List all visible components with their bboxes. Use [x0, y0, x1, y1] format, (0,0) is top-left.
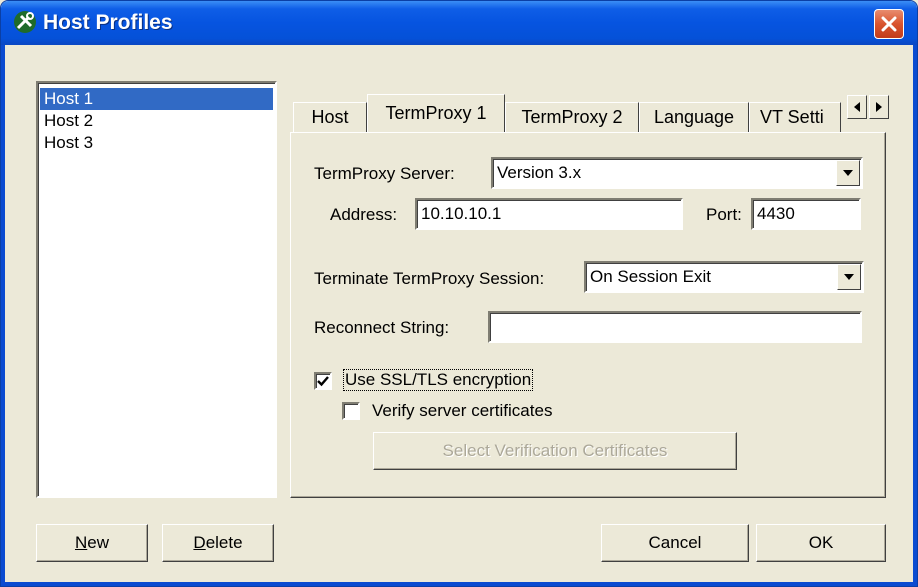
host-profiles-dialog: Host Profiles Host 1 Host 2 Host 3 Host …	[0, 0, 918, 587]
arrow-left-icon	[854, 102, 860, 112]
select-certificates-button[interactable]: Select Verification Certificates	[373, 432, 737, 470]
ssl-tls-checkbox[interactable]	[314, 372, 332, 390]
delete-button[interactable]: Delete	[162, 524, 274, 562]
checkmark-icon	[317, 376, 329, 387]
title-bar[interactable]: Host Profiles	[1, 1, 917, 45]
window-frame-left	[1, 45, 5, 586]
new-button[interactable]: New	[36, 524, 148, 562]
tab-termproxy-2[interactable]: TermProxy 2	[505, 102, 639, 132]
tab-termproxy-1[interactable]: TermProxy 1	[367, 94, 505, 132]
tab-host[interactable]: Host	[293, 102, 367, 132]
verify-certificates-label[interactable]: Verify server certificates	[372, 401, 552, 421]
window-title: Host Profiles	[43, 11, 173, 34]
tab-scroll-right-button[interactable]	[869, 95, 889, 119]
chevron-down-icon	[844, 274, 854, 280]
terminate-session-select[interactable]: On Session Exit	[584, 261, 864, 293]
reconnect-string-input[interactable]	[488, 311, 862, 343]
termproxy-server-value: Version 3.x	[497, 163, 582, 182]
tab-language[interactable]: Language	[639, 102, 749, 132]
terminate-session-label: Terminate TermProxy Session:	[314, 269, 545, 288]
delete-button-label: elete	[205, 533, 243, 552]
host-list-item[interactable]: Host 2	[40, 110, 273, 132]
cancel-button[interactable]: Cancel	[601, 524, 749, 562]
address-label: Address:	[330, 205, 398, 224]
termproxy-server-label: TermProxy Server:	[314, 164, 455, 183]
reconnect-string-label: Reconnect String:	[314, 318, 450, 337]
window-frame-right	[913, 45, 917, 586]
host-list-item[interactable]: Host 1	[40, 88, 273, 110]
address-input[interactable]: 10.10.10.1	[415, 198, 683, 230]
delete-button-mnemonic: D	[193, 533, 206, 552]
chevron-down-icon	[843, 170, 853, 176]
ok-button[interactable]: OK	[756, 524, 886, 562]
new-button-label: ew	[87, 533, 109, 552]
terminate-session-dropdown-button[interactable]	[837, 264, 861, 290]
ssl-tls-label[interactable]: Use SSL/TLS encryption	[342, 369, 534, 391]
termproxy-server-dropdown-button[interactable]	[836, 160, 860, 186]
port-label: Port:	[706, 205, 742, 224]
new-button-mnemonic: N	[74, 533, 88, 552]
close-icon	[881, 16, 897, 32]
tools-icon	[14, 11, 36, 33]
verify-certificates-checkbox[interactable]	[342, 402, 360, 420]
arrow-right-icon	[876, 102, 882, 112]
tab-vt-settings[interactable]: VT Setti	[749, 102, 841, 132]
close-button[interactable]	[874, 9, 904, 39]
host-list[interactable]: Host 1 Host 2 Host 3	[36, 81, 277, 498]
window-frame-bottom	[1, 582, 917, 586]
host-list-item[interactable]: Host 3	[40, 132, 273, 154]
terminate-session-value: On Session Exit	[590, 267, 711, 286]
tab-scroll-left-button[interactable]	[847, 95, 867, 119]
port-input[interactable]: 4430	[751, 198, 861, 230]
termproxy-server-select[interactable]: Version 3.x	[491, 157, 863, 189]
